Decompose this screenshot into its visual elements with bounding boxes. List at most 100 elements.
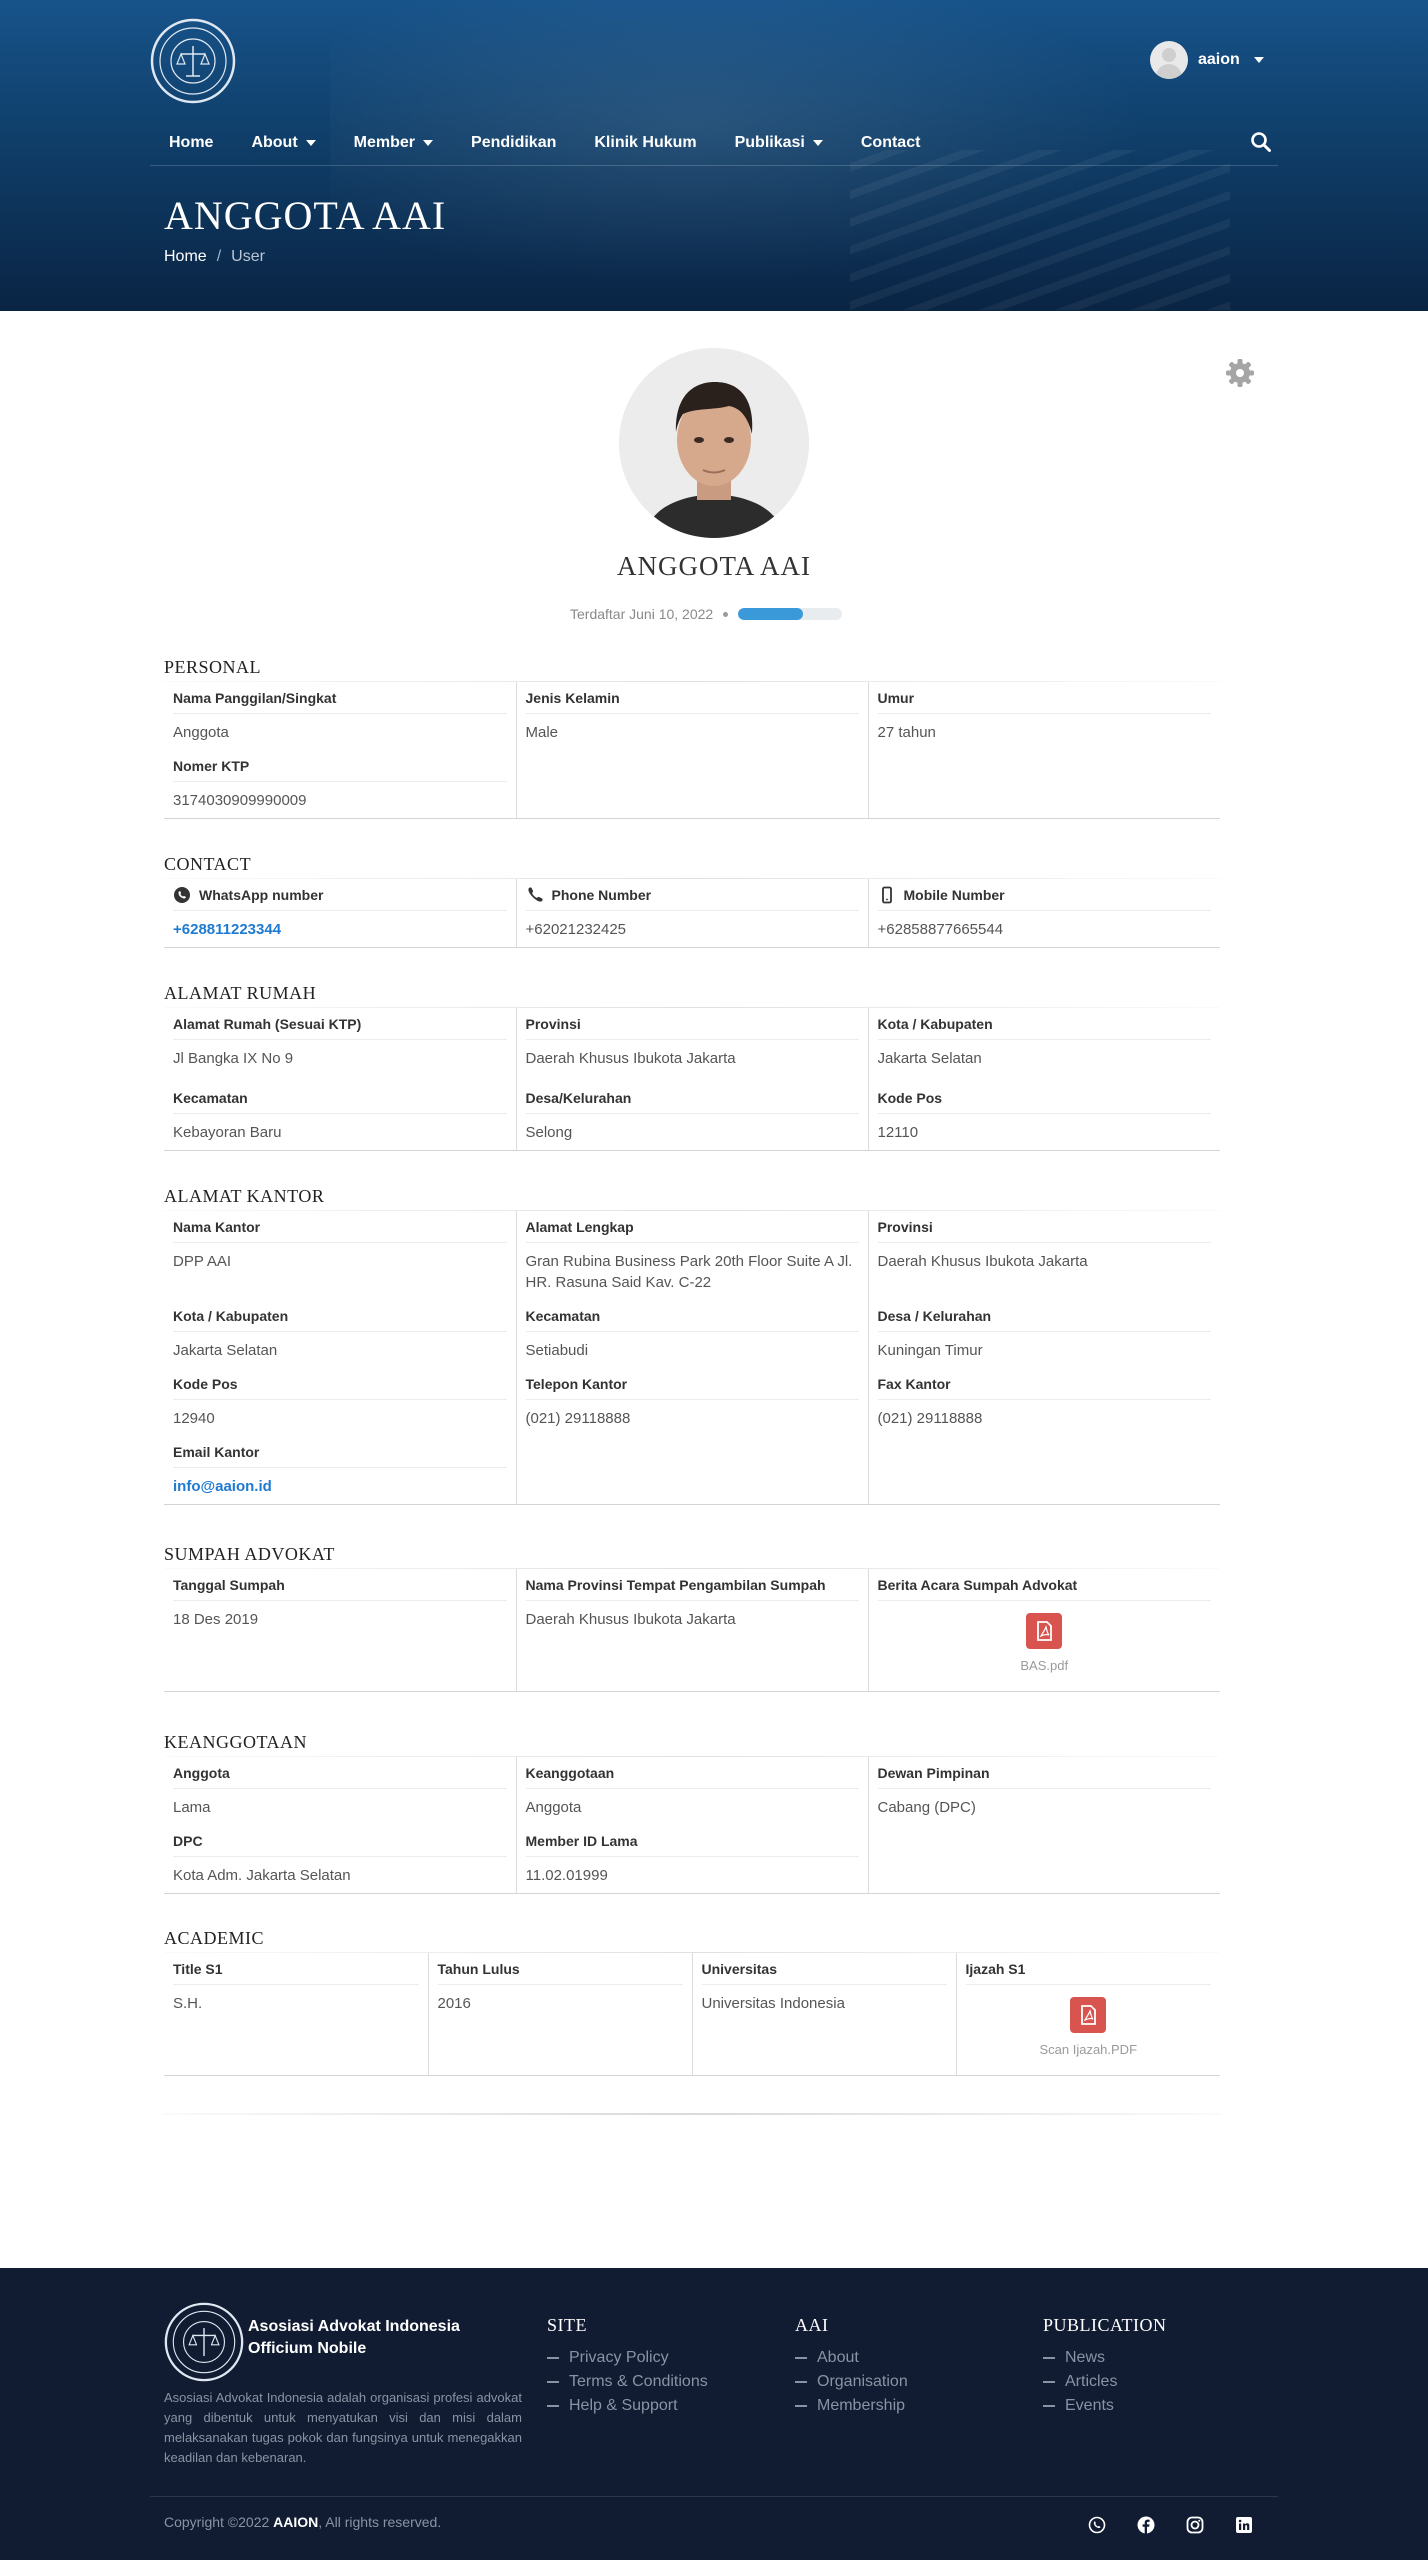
footer-link-news[interactable]: News (1043, 2346, 1167, 2370)
nav-contact[interactable]: Contact (842, 134, 940, 152)
footer-column-publication: PUBLICATION News Articles Events (1043, 2315, 1167, 2418)
social-links (1088, 2516, 1253, 2534)
oath-table: Tanggal Sumpah 18 Des 2019 Nama Provinsi … (164, 1569, 1220, 1692)
search-icon[interactable] (1250, 131, 1272, 153)
field-label: Jenis Kelamin (525, 682, 859, 714)
field-value: Daerah Khusus Ibukota Jakarta (525, 1050, 736, 1067)
field-value: Gran Rubina Business Park 20th Floor Sui… (525, 1253, 853, 1291)
breadcrumb: Home / User (164, 248, 265, 266)
nav-member[interactable]: Member (335, 134, 452, 152)
facebook-icon[interactable] (1137, 2516, 1155, 2534)
field-label: Ijazah S1 (965, 1953, 1211, 1985)
academic-table: Title S1 S.H. Tahun Lulus 2016 Universitas… (164, 1953, 1220, 2076)
nav-label: Publikasi (734, 134, 805, 151)
content-end-divider (164, 2113, 1220, 2115)
profile-name: ANGGOTA AAI (616, 551, 812, 581)
field-label: WhatsApp number (173, 879, 507, 911)
nav-about[interactable]: About (232, 134, 334, 152)
field-label: Mobile Number (877, 879, 1211, 911)
file-name: Scan Ijazah.PDF (1039, 2042, 1138, 2057)
field-label: Nama Kantor (173, 1211, 507, 1243)
nav-label: Pendidikan (471, 134, 557, 151)
field-value: 12940 (173, 1410, 215, 1427)
contact-table: WhatsApp number +628811223344 Phone Numb… (164, 879, 1220, 948)
nav-home[interactable]: Home (150, 134, 232, 152)
field-label: Provinsi (525, 1008, 859, 1040)
file-pdf-icon (1026, 1613, 1063, 1649)
footer-link-terms[interactable]: Terms & Conditions (547, 2370, 708, 2394)
section-title: ACADEMIC (164, 1928, 265, 1948)
whatsapp-icon[interactable] (1088, 2516, 1106, 2534)
footer-link-privacy[interactable]: Privacy Policy (547, 2346, 708, 2370)
footer-link-articles[interactable]: Articles (1043, 2370, 1167, 2394)
breadcrumb-separator: / (216, 248, 222, 265)
field-label: Umur (877, 682, 1211, 714)
field-label: Tanggal Sumpah (173, 1569, 507, 1601)
personal-table: Nama Panggilan/Singkat Anggota Jenis Kela… (164, 682, 1220, 819)
field-label: Nomer KTP (173, 750, 507, 782)
field-value: 12110 (877, 1124, 919, 1141)
field-label: Kecamatan (173, 1082, 507, 1114)
section-title: KEANGGOTAAN (164, 1732, 308, 1752)
field-value: Anggota (173, 724, 229, 741)
section-title: PERSONAL (164, 657, 262, 677)
copyright-brand: AAION (273, 2514, 319, 2530)
footer-link-help[interactable]: Help & Support (547, 2394, 708, 2418)
bas-document[interactable]: BAS.pdf (878, 1601, 1212, 1673)
footer-column-title: SITE (547, 2315, 587, 2335)
phone-icon (527, 886, 543, 902)
footer-link-events[interactable]: Events (1043, 2394, 1167, 2418)
footer-logo[interactable] (164, 2302, 244, 2382)
section-title: ALAMAT RUMAH (164, 983, 317, 1003)
nav-label: Home (169, 134, 214, 151)
field-value: 18 Des 2019 (173, 1611, 259, 1628)
gear-icon[interactable] (1225, 358, 1255, 388)
nav-label: About (251, 134, 298, 151)
field-value: Selong (525, 1124, 573, 1141)
section-contact: CONTACT WhatsApp number +628811223344 Ph… (164, 853, 1220, 948)
email-link[interactable]: info@aaion.id (173, 1468, 507, 1504)
field-label: Nama Provinsi Tempat Pengambilan Sumpah (525, 1569, 859, 1601)
nav-publikasi[interactable]: Publikasi (716, 134, 842, 152)
section-title: SUMPAH ADVOKAT (164, 1544, 335, 1564)
field-value: Kuningan Timur (877, 1342, 983, 1359)
mobile-value: +62858877665544 (877, 921, 1004, 938)
breadcrumb-home[interactable]: Home (164, 248, 207, 266)
field-value: 2016 (437, 1995, 471, 2012)
field-value: Kota Adm. Jakarta Selatan (173, 1867, 351, 1884)
section-title: ALAMAT KANTOR (164, 1186, 325, 1206)
field-value: (021) 29118888 (525, 1410, 631, 1427)
instagram-icon[interactable] (1186, 2516, 1204, 2534)
registration-info: Terdaftar Juni 10, 2022 (570, 606, 843, 622)
nav-klinik-hukum[interactable]: Klinik Hukum (575, 134, 715, 152)
phone-label: Phone Number (551, 886, 652, 903)
whatsapp-link[interactable]: +628811223344 (173, 911, 507, 947)
field-label: Fax Kantor (877, 1368, 1211, 1400)
field-label: Desa / Kelurahan (877, 1300, 1211, 1332)
breadcrumb-current: User (231, 248, 265, 265)
membership-table: Anggota Lama Keanggotaan Anggota Dewan Pim… (164, 1757, 1220, 1894)
diploma-document[interactable]: Scan Ijazah.PDF (966, 1985, 1212, 2057)
user-avatar (1150, 41, 1188, 79)
mobile-icon (881, 886, 892, 903)
footer-link-about[interactable]: About (795, 2346, 908, 2370)
linkedin-icon[interactable] (1235, 2516, 1253, 2534)
footer-column-title: PUBLICATION (1043, 2315, 1167, 2335)
field-value: DPP AAI (173, 1253, 232, 1270)
nav-pendidikan[interactable]: Pendidikan (452, 134, 575, 152)
copyright-prefix: Copyright ©2022 (164, 2514, 274, 2530)
user-menu[interactable]: aaion (1150, 40, 1264, 80)
phone-value: +62021232425 (525, 921, 627, 938)
registered-date: Terdaftar Juni 10, 2022 (570, 606, 714, 622)
footer-link-membership[interactable]: Membership (795, 2394, 908, 2418)
field-label: Anggota (173, 1757, 507, 1789)
field-label: Berita Acara Sumpah Advokat (877, 1569, 1211, 1601)
footer-link-organisation[interactable]: Organisation (795, 2370, 908, 2394)
field-label: Universitas (701, 1953, 947, 1985)
footer-description: Asosiasi Advokat Indonesia adalah organi… (164, 2390, 522, 2465)
aai-logo[interactable] (150, 18, 236, 104)
chevron-down-icon (1253, 57, 1264, 63)
org-line-1: Asosiasi Advokat Indonesia (248, 2318, 460, 2335)
field-value: Cabang (DPC) (877, 1799, 976, 1816)
file-pdf-icon (1070, 1997, 1107, 2033)
